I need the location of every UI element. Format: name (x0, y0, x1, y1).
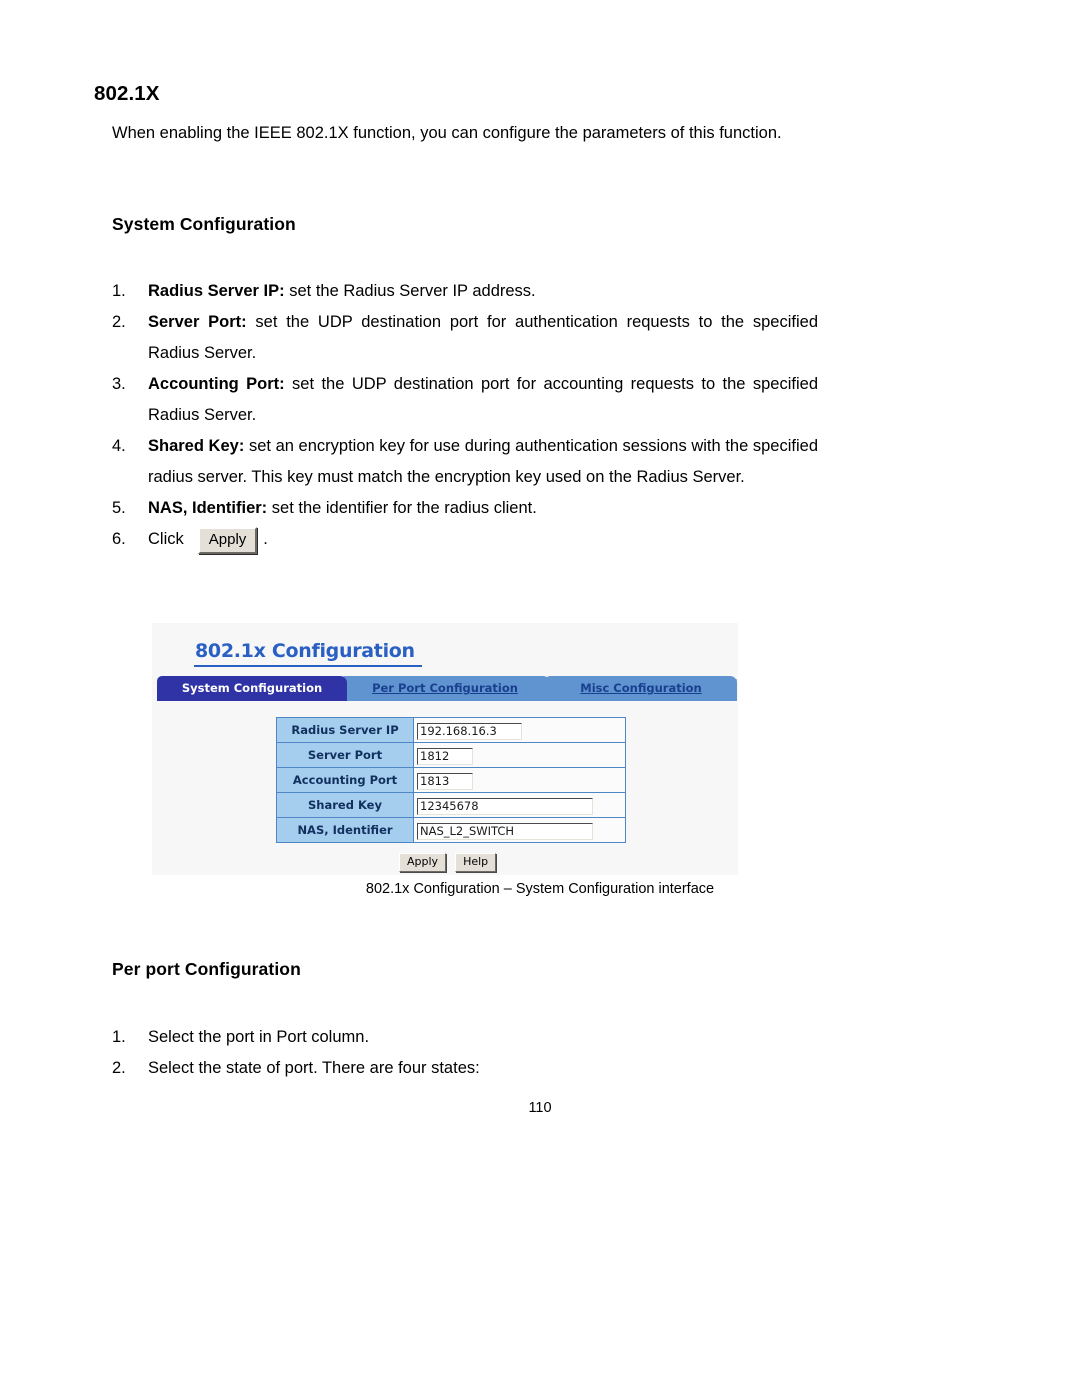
list-item-number: 1. (112, 1028, 126, 1046)
list-item-number: 6. (112, 530, 126, 548)
screenshot-button-row: Apply Help (399, 853, 497, 872)
list-item-number: 2. (112, 1059, 126, 1077)
field-label-shared-key: Shared Key (276, 792, 414, 818)
list-item-number: 4. (112, 437, 126, 455)
list-item-text: set the Radius Server IP address. (284, 282, 536, 300)
table-row: Radius Server IP 192.168.16.3 (276, 717, 626, 743)
field-label-nas-identifier: NAS, Identifier (276, 817, 414, 843)
list-item-number: 3. (112, 375, 126, 393)
list-item-number: 2. (112, 313, 126, 331)
intro-paragraph: When enabling the IEEE 802.1X function, … (112, 124, 782, 142)
list-item: 1. Select the port in Port column. (112, 1022, 818, 1053)
list-item-number: 1. (112, 282, 126, 300)
system-configuration-form: Radius Server IP 192.168.16.3 Server Por… (276, 717, 626, 843)
tab-label: Per Port Configuration (372, 681, 518, 695)
figure-caption: 802.1x Configuration – System Configurat… (365, 881, 715, 897)
sentence-period: . (263, 530, 268, 548)
list-item-term: NAS, Identifier: (148, 499, 268, 517)
system-configuration-step-list: 1. Radius Server IP: set the Radius Serv… (112, 276, 818, 555)
section-heading-per-port-configuration: Per port Configuration (112, 959, 301, 979)
list-item-body: Click Apply . (148, 524, 818, 555)
list-item-term: Server Port: (148, 313, 247, 331)
field-cell-radius-server-ip: 192.168.16.3 (413, 717, 626, 743)
server-port-input[interactable]: 1812 (417, 747, 473, 765)
list-item: 2. Server Port: set the UDP destination … (112, 307, 818, 369)
list-item-body: Server Port: set the UDP destination por… (148, 307, 818, 369)
table-row: Server Port 1812 (276, 742, 626, 768)
screenshot-page-title: 802.1x Configuration (195, 640, 415, 662)
list-item: 6. Click Apply . (112, 524, 818, 555)
field-label-radius-server-ip: Radius Server IP (276, 717, 414, 743)
list-item-term: Radius Server IP: (148, 282, 285, 300)
section-heading-system-configuration: System Configuration (112, 214, 296, 234)
document-page: 802.1X When enabling the IEEE 802.1X fun… (0, 0, 1080, 1397)
list-item-text: Select the port in Port column. (148, 1028, 370, 1046)
tab-bar: Per Port Configuration Misc Configuratio… (157, 676, 737, 701)
field-cell-server-port: 1812 (413, 742, 626, 768)
field-label-server-port: Server Port (276, 742, 414, 768)
tab-label: Misc Configuration (580, 681, 702, 695)
list-item: 3. Accounting Port: set the UDP destinat… (112, 369, 818, 431)
list-item: 5. NAS, Identifier: set the identifier f… (112, 493, 818, 524)
list-item-body: Shared Key: set an encryption key for us… (148, 431, 818, 493)
page-title: 802.1X (94, 82, 160, 105)
per-port-configuration-step-list: 1. Select the port in Port column. 2. Se… (112, 1022, 818, 1084)
title-underline (194, 665, 422, 667)
field-cell-shared-key: 12345678 (413, 792, 626, 818)
tab-system-configuration[interactable]: System Configuration (157, 676, 347, 701)
list-item-text: Select the state of port. There are four… (148, 1059, 480, 1077)
shared-key-input[interactable]: 12345678 (417, 797, 593, 815)
tab-per-port-configuration[interactable]: Per Port Configuration (340, 676, 550, 701)
apply-button-inline[interactable]: Apply (197, 527, 258, 554)
tab-label: System Configuration (181, 681, 323, 695)
list-item-term: Shared Key: (148, 437, 245, 455)
table-row: NAS, Identifier NAS_L2_SWITCH (276, 817, 626, 843)
embedded-screenshot-802-1x-configuration: 802.1x Configuration Per Port Configurat… (152, 623, 738, 875)
table-row: Shared Key 12345678 (276, 792, 626, 818)
field-cell-nas-identifier: NAS_L2_SWITCH (413, 817, 626, 843)
apply-button[interactable]: Apply (399, 853, 447, 872)
field-cell-accounting-port: 1813 (413, 767, 626, 793)
radius-server-ip-input[interactable]: 192.168.16.3 (417, 722, 522, 740)
list-item-body: Accounting Port: set the UDP destination… (148, 369, 818, 431)
help-button[interactable]: Help (455, 853, 497, 872)
list-item-text: set an encryption key for use during aut… (148, 437, 818, 486)
list-item-number: 5. (112, 499, 126, 517)
list-item-text: set the identifier for the radius client… (267, 499, 537, 517)
list-item-term: Accounting Port: (148, 375, 285, 393)
list-item-body: Radius Server IP: set the Radius Server … (148, 276, 818, 307)
list-item-text: set the UDP destination port for authent… (148, 313, 818, 362)
list-item: 2. Select the state of port. There are f… (112, 1053, 818, 1084)
page-number: 110 (528, 1100, 552, 1116)
field-label-accounting-port: Accounting Port (276, 767, 414, 793)
list-item-body: NAS, Identifier: set the identifier for … (148, 493, 818, 524)
nas-identifier-input[interactable]: NAS_L2_SWITCH (417, 822, 593, 840)
accounting-port-input[interactable]: 1813 (417, 772, 473, 790)
list-item: 1. Radius Server IP: set the Radius Serv… (112, 276, 818, 307)
table-row: Accounting Port 1813 (276, 767, 626, 793)
click-label: Click (148, 530, 184, 548)
tab-misc-configuration[interactable]: Misc Configuration (545, 676, 737, 701)
list-item: 4. Shared Key: set an encryption key for… (112, 431, 818, 493)
